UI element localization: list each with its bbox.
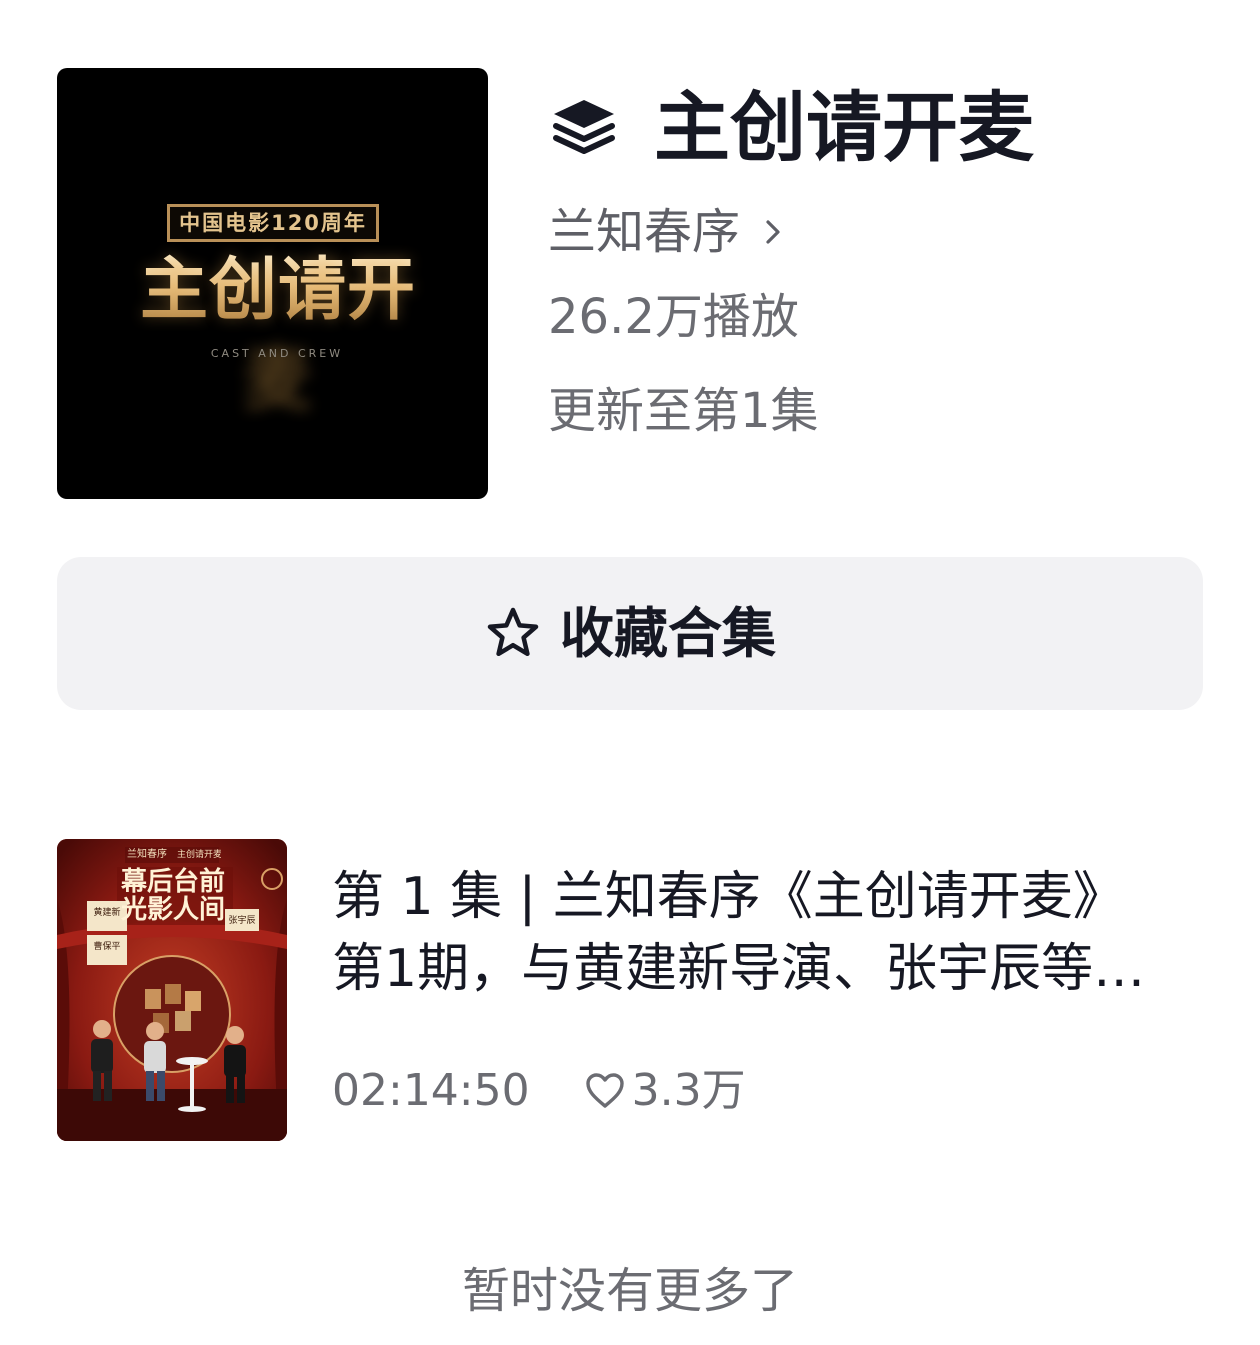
episode-likes: 3.3万 [631,1065,746,1116]
thumb-guest-1: 黄建新 [93,908,121,918]
end-of-list-text: 暂时没有更多了 [461,1263,798,1319]
update-status: 更新至第1集 [548,383,819,439]
heart-icon [585,1073,624,1108]
play-count: 26.2万播放 [548,289,799,345]
thumb-host: 张宇辰 [228,916,256,926]
episode-title: 第 1 集 | 兰知春序《主创请开麦》第1期，与黄建新导演、张宇辰等主创，共话幕… [332,867,1146,999]
cover-subtitle: CAST AND CREW [210,347,344,360]
author-name: 兰知春序 [548,204,741,260]
thumb-headline-1: 幕后台前 [121,867,226,897]
thumb-headline-2: 光影人间 [121,895,226,925]
cover-badge: 中国电影120周年 [167,204,379,242]
chevron-right-icon [766,220,780,244]
thumb-guest-2: 曹保平 [93,942,121,952]
star-icon [487,607,539,656]
episode-duration: 02:14:50 [332,1065,530,1116]
cover-title: 主创请开麦 [113,246,443,420]
stack-icon [553,100,615,154]
collection-title: 主创请开麦 [654,83,1034,172]
collect-collection-button[interactable]: 收藏合集 [57,557,1203,710]
thumb-show-logo: 主创请开麦 [177,850,221,860]
collection-cover: 中国电影120周年 主创请开麦 CAST AND CREW [57,68,488,499]
episode-meta: 02:14:50 3.3万 [332,1061,746,1121]
episode-item[interactable]: 兰知春序 主创请开麦 幕后台前 光影人间 黄建新 曹保平 张宇辰 第 1 集 |… [57,839,1203,1141]
author-link[interactable]: 兰知春序 [548,200,786,264]
collect-label: 收藏合集 [560,601,776,665]
thumb-brand: 兰知春序 [127,849,167,860]
episode-thumbnail: 兰知春序 主创请开麦 幕后台前 光影人间 黄建新 曹保平 张宇辰 [57,839,287,1141]
collection-title-row: 主创请开麦 [548,82,1034,174]
